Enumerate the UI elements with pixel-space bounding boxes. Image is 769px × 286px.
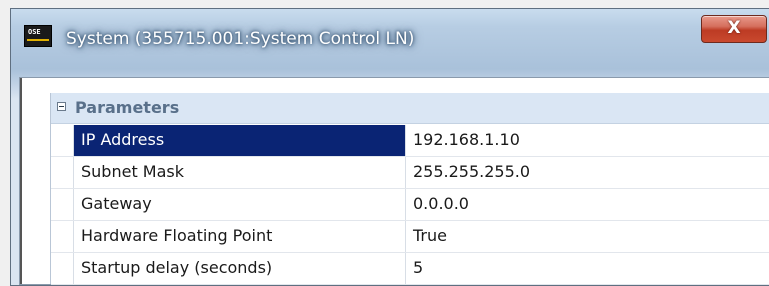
app-icon-stripe <box>27 39 49 41</box>
property-value[interactable]: 192.168.1.10 <box>405 125 769 156</box>
property-name[interactable]: Hardware Floating Point <box>73 221 405 252</box>
property-name[interactable]: Startup delay (seconds) <box>73 253 405 284</box>
content-left-edge <box>20 78 22 284</box>
window-title: System (355715.001:System Control LN) <box>66 29 415 49</box>
close-icon: X <box>727 18 741 38</box>
property-value[interactable]: True <box>405 221 769 252</box>
app-icon: OSE <box>24 25 52 47</box>
property-row-startup-delay[interactable]: Startup delay (seconds) 5 <box>51 253 769 285</box>
property-grid: Parameters IP Address 192.168.1.10 Subne… <box>50 93 769 285</box>
property-row-gateway[interactable]: Gateway 0.0.0.0 <box>51 189 769 221</box>
property-value[interactable]: 255.255.255.0 <box>405 157 769 188</box>
title-bar[interactable]: OSE System (355715.001:System Control LN… <box>11 9 769 73</box>
property-row-hardware-floating-point[interactable]: Hardware Floating Point True <box>51 221 769 253</box>
property-row-ip-address[interactable]: IP Address 192.168.1.10 <box>51 125 769 157</box>
category-label: Parameters <box>75 98 180 117</box>
category-row-parameters[interactable]: Parameters <box>51 93 769 124</box>
dialog-content: Parameters IP Address 192.168.1.10 Subne… <box>19 77 769 285</box>
property-row-subnet-mask[interactable]: Subnet Mask 255.255.255.0 <box>51 157 769 189</box>
collapse-minus-icon[interactable] <box>57 102 66 111</box>
property-name[interactable]: Subnet Mask <box>73 157 405 188</box>
property-name[interactable]: Gateway <box>73 189 405 220</box>
close-button[interactable]: X <box>701 15 767 43</box>
system-dialog-window: OSE System (355715.001:System Control LN… <box>10 8 769 286</box>
property-value[interactable]: 5 <box>405 253 769 284</box>
property-name[interactable]: IP Address <box>73 125 405 156</box>
property-value[interactable]: 0.0.0.0 <box>405 189 769 220</box>
app-icon-label: OSE <box>28 28 41 36</box>
